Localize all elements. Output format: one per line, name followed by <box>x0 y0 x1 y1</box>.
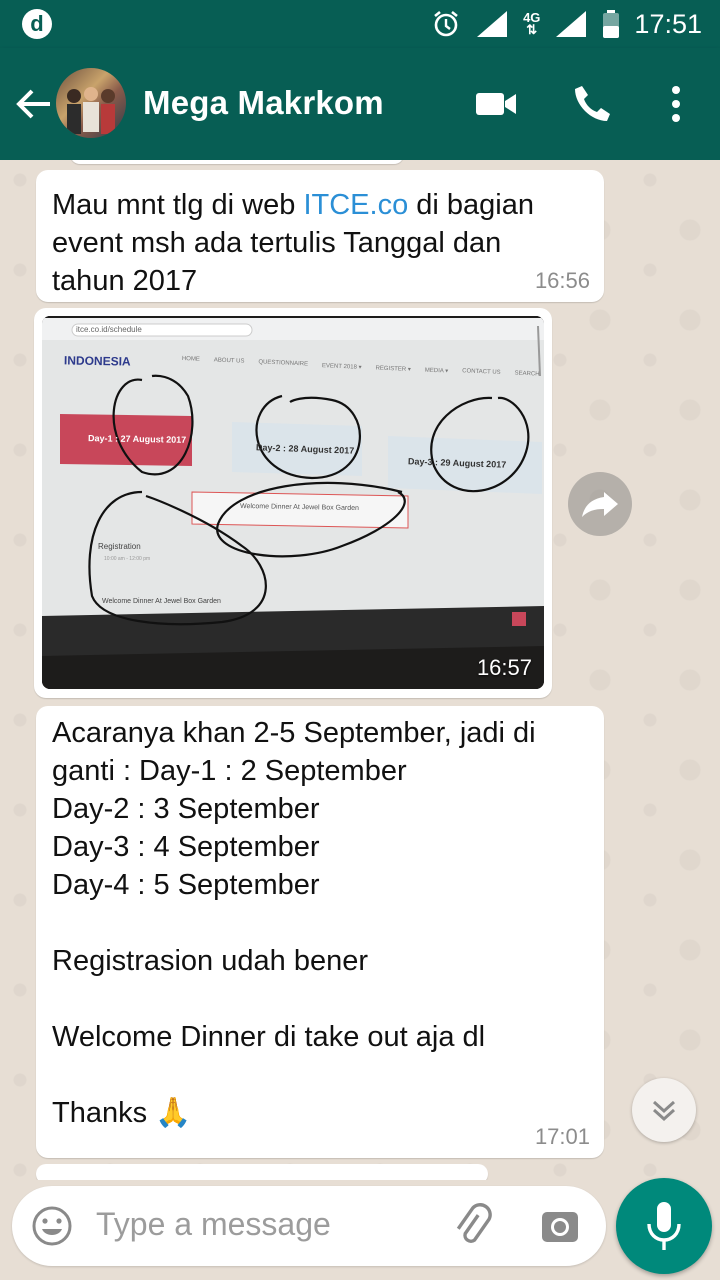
message-photo[interactable]: itce.co.id/schedule INDONESIA HOME ABOUT… <box>42 316 544 689</box>
photo-nav-item: REGISTER ▾ <box>375 365 411 373</box>
scroll-to-bottom-button[interactable] <box>632 1078 696 1142</box>
contact-name[interactable]: Mega Makrkom <box>143 84 384 122</box>
message-time: 16:56 <box>534 268 590 293</box>
signal-icon <box>477 11 508 37</box>
message-bubble-previous <box>70 160 404 164</box>
photo-day1: Day-1 : 27 August 2017 <box>87 433 187 445</box>
more-vert-icon[interactable] <box>652 80 700 128</box>
chevron-down-icon <box>652 1100 676 1122</box>
message-bubble-next <box>36 1164 488 1180</box>
photo-reg-time: 10:00 am - 12:00 pm <box>104 556 151 562</box>
alarm-icon <box>434 10 458 37</box>
avatar-photo <box>67 87 115 134</box>
avatar[interactable] <box>56 68 126 138</box>
photo-url-bar: itce.co.id/schedule <box>76 325 142 334</box>
status-bar: d 4G ⇅ 17:51 <box>0 0 720 48</box>
message-text: Mau mnt tlg di web ITCE.co di bagian eve… <box>52 189 534 297</box>
mic-icon <box>647 1202 681 1250</box>
photo-nav-item: SEARCH <box>514 370 540 378</box>
photo-logo: INDONESIA <box>63 353 131 369</box>
message-input[interactable]: Type a message <box>96 1206 331 1243</box>
forward-icon <box>582 492 618 517</box>
chat-header: Mega Makrkom <box>0 48 720 160</box>
message-bubble[interactable]: Mau mnt tlg di web ITCE.co di bagian eve… <box>36 170 604 302</box>
battery-icon <box>603 10 620 38</box>
photo-nav-item: MEDIA ▾ <box>424 367 449 375</box>
status-icons: 4G ⇅ 17:51 <box>431 8 702 40</box>
app-badge-icon: d <box>22 9 52 39</box>
photo-nav-item: ABOUT US <box>213 357 245 365</box>
photo-nav-item: HOME <box>181 356 200 363</box>
camera-icon[interactable] <box>538 1204 582 1248</box>
message-composer: Type a message <box>12 1186 606 1266</box>
attach-icon[interactable] <box>450 1202 498 1250</box>
clock: 17:51 <box>634 8 702 39</box>
video-call-icon[interactable] <box>472 80 520 128</box>
message-link[interactable]: ITCE.co <box>303 189 408 221</box>
network-type: 4G ⇅ <box>523 10 541 37</box>
message-bubble[interactable]: Acaranya khan 2-5 September, jadi di gan… <box>36 706 604 1158</box>
message-text: Acaranya khan 2-5 September, jadi di gan… <box>52 717 536 1129</box>
photo-registration: Registration <box>98 542 141 551</box>
back-arrow-icon[interactable] <box>14 86 54 122</box>
mic-button[interactable] <box>616 1178 712 1274</box>
message-time: 17:01 <box>534 1124 590 1149</box>
phone-icon[interactable] <box>568 80 616 128</box>
chat-area[interactable]: Mau mnt tlg di web ITCE.co di bagian eve… <box>0 160 720 1180</box>
message-time: 16:57 <box>476 655 532 680</box>
emoji-icon[interactable] <box>30 1204 74 1248</box>
photo-welcome-item: Welcome Dinner At Jewel Box Garden <box>102 598 221 605</box>
forward-button[interactable] <box>568 472 632 536</box>
signal-icon <box>556 11 587 37</box>
image-message-bubble[interactable]: itce.co.id/schedule INDONESIA HOME ABOUT… <box>34 308 552 698</box>
